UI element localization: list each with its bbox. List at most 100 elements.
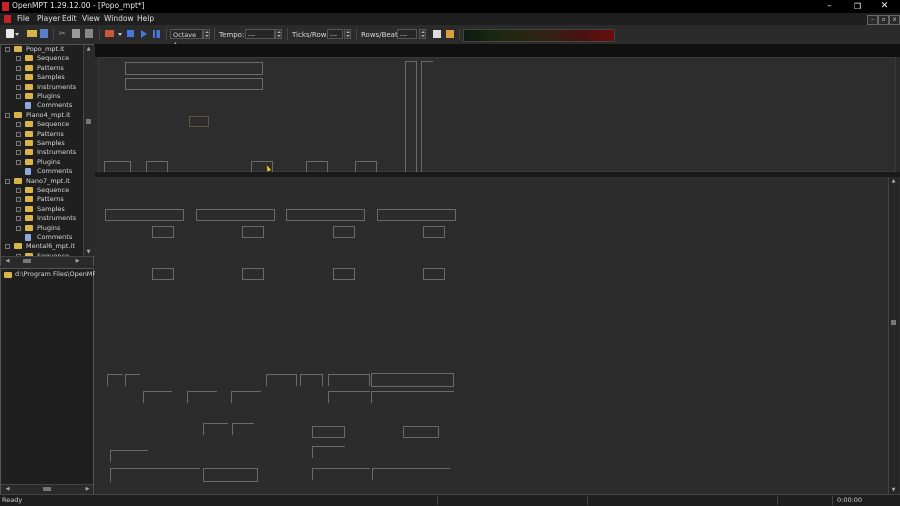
- tree-item-samples[interactable]: Samples: [0, 73, 84, 82]
- open-folder-icon[interactable]: [27, 30, 37, 37]
- menu-player[interactable]: Player: [37, 14, 60, 23]
- channel-control[interactable]: [423, 226, 445, 238]
- expand-icon[interactable]: [16, 216, 21, 222]
- tree-scroll-thumb[interactable]: [86, 119, 91, 124]
- tree-item-plugins[interactable]: Plugins: [0, 224, 84, 233]
- restore-button[interactable]: ❐: [844, 0, 871, 13]
- channel-control[interactable]: [152, 268, 174, 280]
- tree-hscroll-thumb[interactable]: [23, 259, 31, 263]
- tree-item-sequence[interactable]: Sequence: [0, 54, 84, 63]
- expand-icon[interactable]: [16, 150, 21, 156]
- tree-item-plugins[interactable]: Plugins: [0, 158, 84, 167]
- close-button[interactable]: ✕: [871, 0, 898, 13]
- channel-box[interactable]: [196, 209, 275, 221]
- tree-item-instruments[interactable]: Instruments: [0, 83, 84, 92]
- export-dropdown-icon[interactable]: [118, 33, 122, 36]
- expand-icon[interactable]: [16, 65, 21, 71]
- collapse-icon[interactable]: [5, 112, 10, 118]
- scroll-left-icon[interactable]: ◀: [3, 257, 12, 265]
- tree-horizontal-scrollbar[interactable]: ◀ ▶: [1, 256, 93, 266]
- menu-window[interactable]: Window: [104, 14, 134, 23]
- mdi-close-button[interactable]: x: [889, 15, 900, 25]
- tree-item-comments[interactable]: Comments: [0, 101, 84, 110]
- ticks-per-row-field[interactable]: ---: [327, 29, 343, 39]
- scroll-up-icon[interactable]: ▲: [889, 177, 898, 185]
- new-dropdown-icon[interactable]: [15, 33, 19, 36]
- channel-control[interactable]: [242, 268, 264, 280]
- channel-control[interactable]: [152, 226, 174, 238]
- edit-box[interactable]: [189, 116, 209, 127]
- expand-icon[interactable]: [16, 188, 21, 193]
- paste-icon[interactable]: [85, 29, 93, 38]
- expand-icon[interactable]: [16, 84, 21, 90]
- tree-item-patterns[interactable]: Patterns: [0, 64, 84, 73]
- control-box[interactable]: [203, 468, 258, 482]
- selected-box[interactable]: [371, 373, 454, 387]
- octave-field[interactable]: Octave 4: [170, 29, 203, 49]
- expand-icon[interactable]: [16, 75, 21, 81]
- new-file-icon[interactable]: [6, 29, 14, 38]
- tree-module[interactable]: Nano7_mpt.it: [0, 177, 84, 186]
- expand-icon[interactable]: [16, 122, 21, 128]
- tree-item-instruments[interactable]: Instruments: [0, 214, 84, 223]
- expand-icon[interactable]: [16, 141, 21, 146]
- collapse-icon[interactable]: [5, 47, 10, 52]
- scroll-right-icon[interactable]: ▶: [73, 257, 82, 265]
- channel-box[interactable]: [377, 209, 456, 221]
- channel-box[interactable]: [105, 209, 184, 221]
- metronome-icon[interactable]: [446, 30, 454, 38]
- tree-item-comments[interactable]: Comments: [0, 167, 84, 176]
- folder-hscroll-thumb[interactable]: [43, 487, 51, 491]
- scroll-up-icon[interactable]: ▲: [84, 45, 93, 53]
- channel-control[interactable]: [333, 268, 355, 280]
- tree-item-sequence[interactable]: Sequence: [0, 186, 84, 195]
- folder-horizontal-scrollbar[interactable]: ◀ ▶: [1, 484, 93, 494]
- mdi-restore-button[interactable]: ▫: [878, 15, 889, 25]
- settings-icon[interactable]: [433, 30, 441, 38]
- menu-view[interactable]: View: [82, 14, 100, 23]
- tree-item-instruments[interactable]: Instruments: [0, 148, 84, 157]
- expand-icon[interactable]: [16, 131, 21, 137]
- rows-per-beat-field[interactable]: ---: [397, 29, 417, 39]
- control-box[interactable]: [403, 426, 439, 438]
- play-pattern-icon[interactable]: [153, 30, 160, 38]
- channel-control[interactable]: [423, 268, 445, 280]
- menu-edit[interactable]: Edit: [62, 14, 77, 23]
- tree-item-patterns[interactable]: Patterns: [0, 130, 84, 139]
- mdi-minimize-button[interactable]: –: [867, 15, 878, 25]
- channel-control[interactable]: [333, 226, 355, 238]
- menu-file[interactable]: File: [17, 14, 30, 23]
- stop-icon[interactable]: [127, 30, 134, 37]
- scroll-left-icon[interactable]: ◀: [3, 485, 12, 493]
- tempo-spinner[interactable]: [275, 29, 282, 39]
- tempo-field[interactable]: ---: [245, 29, 275, 39]
- tree-module[interactable]: Popo_mpt.it: [0, 45, 84, 54]
- collapse-icon[interactable]: [5, 244, 10, 250]
- tree-item-samples[interactable]: Samples: [0, 205, 84, 214]
- save-icon[interactable]: [40, 29, 48, 38]
- play-icon[interactable]: [141, 30, 147, 38]
- scroll-down-icon[interactable]: ▼: [889, 486, 898, 494]
- collapse-icon[interactable]: [5, 178, 10, 184]
- channel-control[interactable]: [242, 226, 264, 238]
- expand-icon[interactable]: [16, 56, 21, 62]
- tree-module[interactable]: Piano4_mpt.it: [0, 111, 84, 120]
- folder-path[interactable]: d:\Program Files\OpenMPT: [15, 270, 100, 278]
- tree-item-samples[interactable]: Samples: [0, 139, 84, 148]
- song-name-field[interactable]: [125, 62, 263, 75]
- artist-field[interactable]: [125, 78, 263, 90]
- ticks-per-row-spinner[interactable]: [344, 29, 351, 39]
- expand-icon[interactable]: [16, 225, 21, 231]
- expand-icon[interactable]: [16, 159, 21, 165]
- expand-icon[interactable]: [16, 206, 21, 212]
- tree-module[interactable]: Mental6_mpt.it: [0, 242, 84, 251]
- tree-item-patterns[interactable]: Patterns: [0, 195, 84, 204]
- tree-item-comments[interactable]: Comments: [0, 233, 84, 242]
- slider-track[interactable]: [405, 61, 417, 173]
- expand-icon[interactable]: [16, 94, 21, 99]
- scroll-down-icon[interactable]: ▼: [84, 248, 93, 256]
- slider-track[interactable]: [421, 61, 433, 173]
- octave-spinner[interactable]: [203, 29, 210, 39]
- control-box[interactable]: [312, 426, 345, 438]
- editor-vertical-scrollbar[interactable]: ▲ ▼: [888, 177, 899, 494]
